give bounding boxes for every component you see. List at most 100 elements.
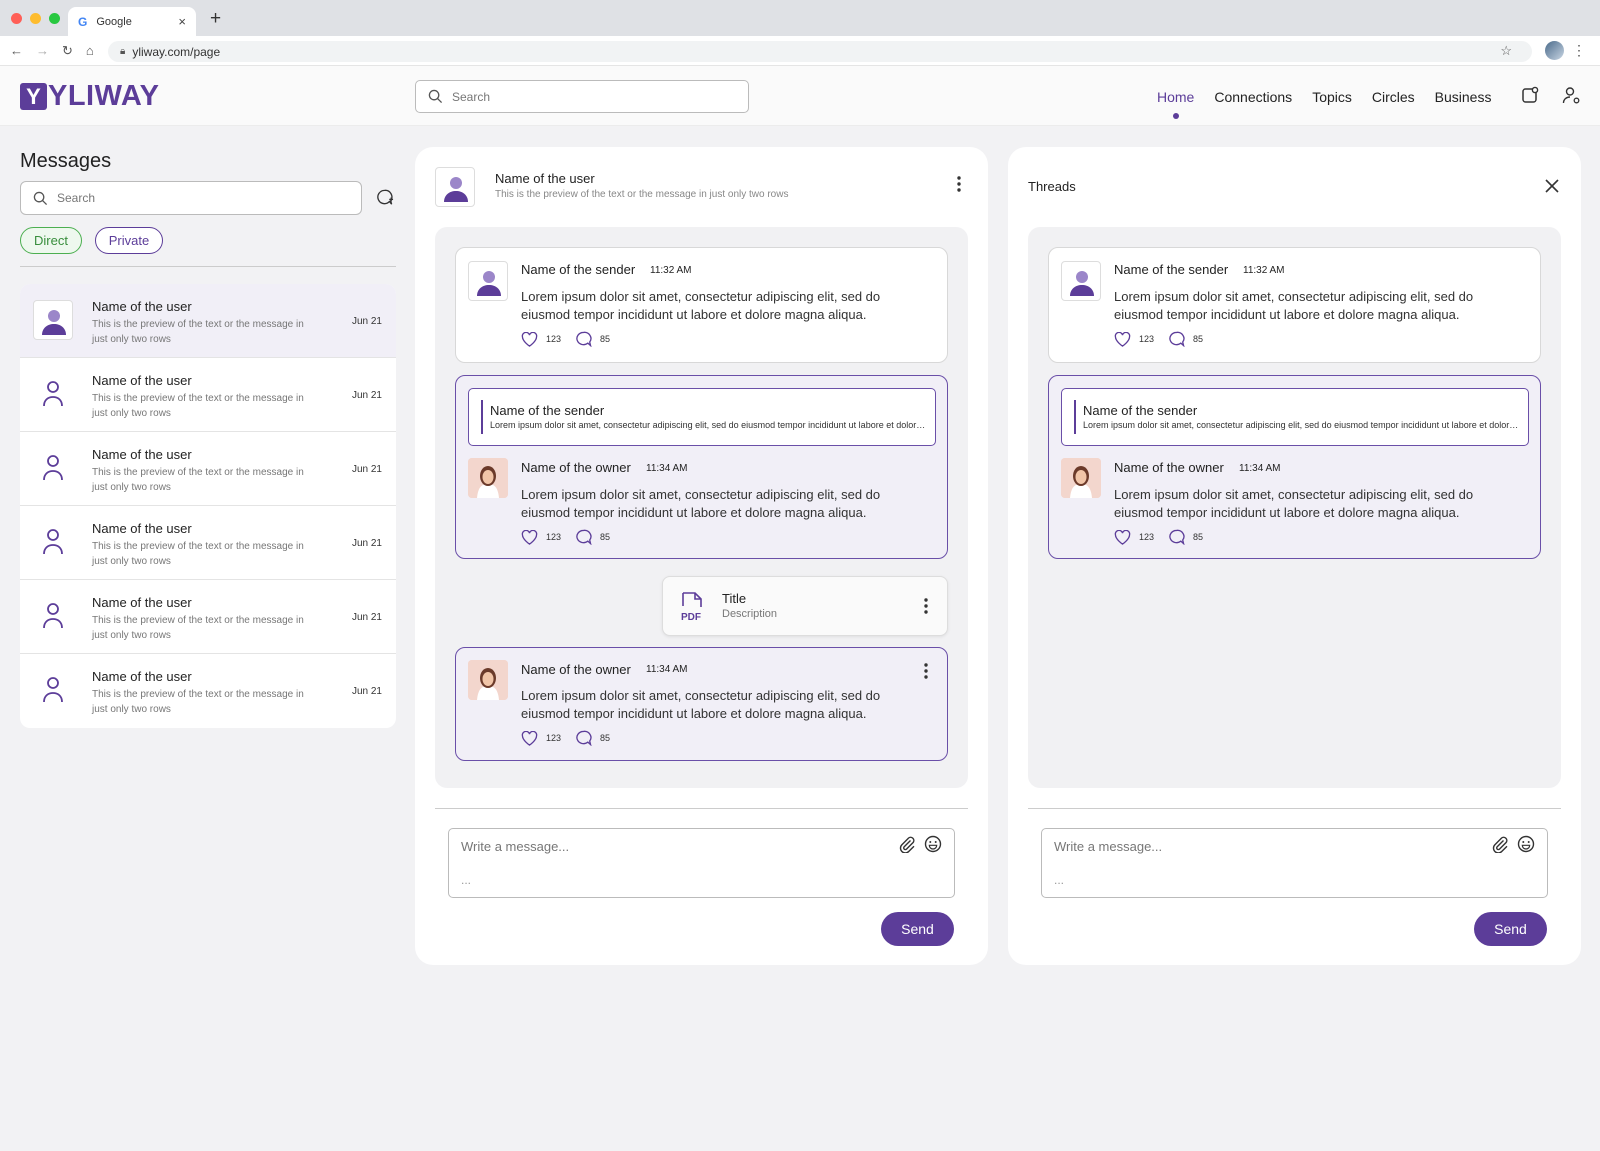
quoted-sender-name: Name of the sender	[490, 403, 605, 418]
emoji-icon[interactable]	[924, 835, 942, 853]
pdf-file-icon: PDF	[681, 592, 702, 622]
url-field[interactable]: 🔒︎ yliway.com/page	[108, 41, 1532, 62]
chat-panel: Name of the user This is the preview of …	[415, 147, 988, 965]
conversation-preview: This is the preview of the text or the m…	[92, 319, 304, 345]
reload-icon[interactable]: ↻	[62, 43, 73, 59]
comment-icon[interactable]	[575, 730, 592, 746]
message-sender-name: Name of the sender	[521, 262, 636, 277]
like-count: 123	[1139, 334, 1155, 344]
close-tab-icon[interactable]: ×	[178, 14, 186, 29]
nav-home[interactable]: Home	[1157, 89, 1194, 105]
user-settings-icon[interactable]	[1562, 86, 1581, 105]
conversation-item[interactable]: Name of the user This is the preview of …	[20, 580, 396, 654]
conversation-item[interactable]: Name of the user This is the preview of …	[20, 432, 396, 506]
nav-circles[interactable]: Circles	[1372, 89, 1415, 105]
file-more-options-icon[interactable]	[923, 597, 929, 615]
message-time: 11:34 AM	[646, 664, 688, 675]
message-time: 11:32 AM	[650, 265, 692, 276]
user-outline-icon	[43, 529, 63, 555]
file-attachment[interactable]: PDF Title Description	[662, 576, 948, 636]
conversation-name: Name of the user	[92, 521, 192, 536]
conversation-name: Name of the user	[92, 595, 192, 610]
emoji-icon[interactable]	[1517, 835, 1535, 853]
close-window-button[interactable]	[11, 13, 22, 24]
message-more-options-icon[interactable]	[923, 662, 929, 680]
comment-icon[interactable]	[1168, 529, 1185, 545]
conversation-date: Jun 21	[351, 686, 382, 697]
attach-icon[interactable]	[1491, 835, 1509, 853]
avatar	[1061, 261, 1101, 301]
composer-placeholder: Write a message...	[461, 839, 570, 854]
forward-icon[interactable]: →	[36, 43, 49, 59]
header-search-placeholder: Search	[452, 89, 491, 104]
heart-icon[interactable]	[521, 529, 538, 545]
browser-menu-icon[interactable]: ⋮	[1572, 42, 1586, 59]
like-count: 123	[546, 733, 562, 743]
thread-messages-area: Name of the sender 11:32 AM Lorem ipsum …	[1028, 227, 1561, 788]
comment-count: 85	[600, 334, 611, 344]
browser-tab[interactable]: G Google ×	[68, 7, 196, 36]
send-button[interactable]: Send	[881, 912, 954, 946]
like-count: 123	[546, 334, 562, 344]
quoted-message[interactable]: Name of the sender Lorem ipsum dolor sit…	[468, 388, 936, 446]
close-icon[interactable]	[1545, 179, 1559, 193]
filter-private[interactable]: Private	[95, 227, 163, 254]
more-options-icon[interactable]	[956, 175, 962, 193]
yliway-logo[interactable]: Y YLIWAY	[20, 80, 160, 113]
comment-icon[interactable]	[1168, 331, 1185, 347]
profile-avatar[interactable]	[1545, 41, 1564, 60]
conversation-name: Name of the user	[92, 669, 192, 684]
message-card: Name of the sender 11:32 AM Lorem ipsum …	[1048, 247, 1541, 363]
message-sender-name: Name of the owner	[1114, 460, 1224, 475]
attach-icon[interactable]	[898, 835, 916, 853]
header-search-input[interactable]: Search	[415, 80, 749, 113]
user-outline-icon	[43, 677, 63, 703]
conversation-item[interactable]: Name of the user This is the preview of …	[20, 654, 396, 728]
comment-icon[interactable]	[575, 331, 592, 347]
maximize-window-button[interactable]	[49, 13, 60, 24]
new-chat-icon[interactable]	[375, 188, 394, 207]
url-text: yliway.com/page	[132, 44, 221, 59]
message-composer[interactable]: Write a message... ...	[448, 828, 955, 898]
new-tab-icon[interactable]: +	[210, 8, 221, 30]
pdf-label: PDF	[681, 612, 701, 622]
nav-topics[interactable]: Topics	[1312, 89, 1352, 105]
filter-direct[interactable]: Direct	[20, 227, 82, 254]
nav-business[interactable]: Business	[1435, 89, 1492, 105]
heart-icon[interactable]	[1114, 331, 1131, 347]
conversation-name: Name of the user	[92, 373, 192, 388]
heart-icon[interactable]	[1114, 529, 1131, 545]
message-text: Lorem ipsum dolor sit amet, consectetur …	[1114, 289, 1474, 322]
heart-icon[interactable]	[521, 331, 538, 347]
composer-ellipsis: ...	[1054, 873, 1065, 887]
heart-icon[interactable]	[521, 730, 538, 746]
notification-icon[interactable]	[1521, 86, 1539, 104]
top-nav: Home Connections Topics Circles Business	[1157, 89, 1491, 105]
quoted-message[interactable]: Name of the sender Lorem ipsum dolor sit…	[1061, 388, 1529, 446]
conversation-preview: This is the preview of the text or the m…	[92, 689, 304, 715]
minimize-window-button[interactable]	[30, 13, 41, 24]
user-avatar-icon	[477, 271, 501, 296]
conversation-item[interactable]: Name of the user This is the preview of …	[20, 358, 396, 432]
conversation-preview: This is the preview of the text or the m…	[92, 541, 304, 567]
thread-message-composer[interactable]: Write a message... ...	[1041, 828, 1548, 898]
user-outline-icon	[43, 381, 63, 407]
comment-icon[interactable]	[575, 529, 592, 545]
message-sender-name: Name of the owner	[521, 460, 631, 475]
conversation-preview: This is the preview of the text or the m…	[92, 393, 304, 419]
send-button[interactable]: Send	[1474, 912, 1547, 946]
back-icon[interactable]: ←	[10, 43, 23, 59]
chat-user-preview: This is the preview of the text or the m…	[495, 189, 789, 200]
messages-search-input[interactable]: Search	[20, 181, 362, 215]
conversation-date: Jun 21	[351, 538, 382, 549]
bookmark-star-icon[interactable]: ☆	[1500, 43, 1512, 59]
window-controls	[11, 13, 60, 24]
file-description: Description	[722, 608, 778, 620]
avatar	[468, 261, 508, 301]
conversation-item[interactable]: Name of the user This is the preview of …	[20, 506, 396, 580]
nav-connections[interactable]: Connections	[1214, 89, 1292, 105]
lock-icon: 🔒︎	[120, 46, 126, 57]
quote-bar	[481, 400, 483, 434]
home-icon[interactable]: ⌂	[86, 43, 94, 59]
conversation-item[interactable]: Name of the user This is the preview of …	[20, 284, 396, 358]
